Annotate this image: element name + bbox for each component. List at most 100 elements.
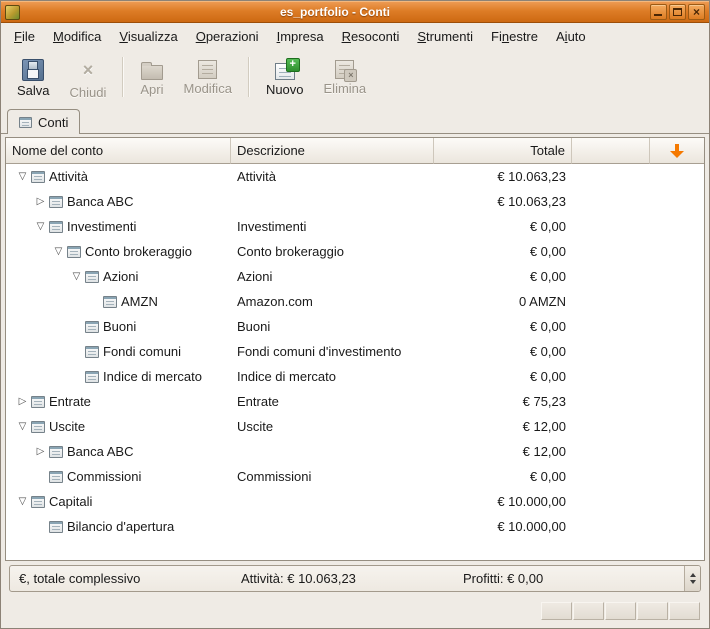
row-filler xyxy=(650,389,704,414)
menu-strumenti[interactable]: Strumenti xyxy=(408,26,482,47)
window-controls: × xyxy=(650,4,705,20)
row-filler xyxy=(650,189,704,214)
account-row-banca-abc[interactable]: ▷Banca ABC€ 10.063,23 xyxy=(6,189,704,214)
menu-file[interactable]: File xyxy=(5,26,44,47)
toolbar-button-label: Elimina xyxy=(324,81,367,96)
column-header-label: Totale xyxy=(530,143,565,158)
account-row-amzn[interactable]: AMZNAmazon.com0 AMZN xyxy=(6,289,704,314)
column-header-account-name[interactable]: Nome del conto xyxy=(6,138,231,164)
account-icon xyxy=(103,296,117,308)
open-account-icon xyxy=(141,65,163,80)
account-description: Commissioni xyxy=(231,464,434,489)
account-name: Fondi comuni xyxy=(103,339,181,364)
summary-profits: Profitti: € 0,00 xyxy=(454,571,684,586)
row-filler xyxy=(650,264,704,289)
account-row-azioni[interactable]: ▽AzioniAzioni€ 0,00 xyxy=(6,264,704,289)
expander-open-icon[interactable]: ▽ xyxy=(68,264,85,289)
account-icon xyxy=(31,396,45,408)
expander-closed-icon[interactable]: ▷ xyxy=(14,389,31,414)
expander-open-icon[interactable]: ▽ xyxy=(14,414,31,439)
row-filler xyxy=(572,364,650,389)
modifica-button: Modifica xyxy=(174,56,242,98)
statusbar xyxy=(1,592,709,628)
expander-closed-icon[interactable]: ▷ xyxy=(32,189,49,214)
account-total: € 10.063,23 xyxy=(434,164,572,189)
minimize-button[interactable] xyxy=(650,4,667,20)
close-tab-icon: × xyxy=(75,57,101,83)
row-filler xyxy=(572,489,650,514)
menu-finestre[interactable]: Finestre xyxy=(482,26,547,47)
menu-aiuto[interactable]: Aiuto xyxy=(547,26,595,47)
row-filler xyxy=(650,339,704,364)
account-row-buoni[interactable]: BuoniBuoni€ 0,00 xyxy=(6,314,704,339)
chiudi-button: × Chiudi xyxy=(60,53,117,102)
grip-cell xyxy=(573,602,604,620)
nuovo-button[interactable]: Nuovo xyxy=(256,56,314,99)
column-options-button[interactable] xyxy=(650,138,704,164)
salva-button[interactable]: Salva xyxy=(7,55,60,100)
toolbar-button-label: Chiudi xyxy=(70,85,107,100)
expander-open-icon[interactable]: ▽ xyxy=(14,164,31,189)
tabstrip: Conti xyxy=(1,105,709,134)
grip-cell xyxy=(637,602,668,620)
account-icon xyxy=(31,421,45,433)
expander-open-icon[interactable]: ▽ xyxy=(32,214,49,239)
maximize-button[interactable] xyxy=(669,4,686,20)
column-header-total[interactable]: Totale xyxy=(434,138,572,164)
account-total: € 0,00 xyxy=(434,464,572,489)
account-name: Banca ABC xyxy=(67,439,134,464)
row-filler xyxy=(650,314,704,339)
stepper-down-icon xyxy=(690,580,696,584)
account-total: € 10.000,00 xyxy=(434,514,572,539)
close-button[interactable]: × xyxy=(688,4,705,20)
account-row-capitali[interactable]: ▽Capitali€ 10.000,00 xyxy=(6,489,704,514)
menu-visualizza[interactable]: Visualizza xyxy=(110,26,186,47)
account-row-conto-brokeraggio[interactable]: ▽Conto brokeraggioConto brokeraggio€ 0,0… xyxy=(6,239,704,264)
toolbar-button-label: Nuovo xyxy=(266,82,304,97)
account-row-fondi-comuni[interactable]: Fondi comuniFondi comuni d'investimento€… xyxy=(6,339,704,364)
window-title: es_portfolio - Conti xyxy=(24,5,646,19)
tab-conti[interactable]: Conti xyxy=(7,109,80,134)
account-icon xyxy=(85,371,99,383)
account-row-banca-abc[interactable]: ▷Banca ABC€ 12,00 xyxy=(6,439,704,464)
summary-stepper[interactable] xyxy=(684,566,700,591)
expander-open-icon[interactable]: ▽ xyxy=(50,239,67,264)
account-row-attivit[interactable]: ▽AttivitàAttività€ 10.063,23 xyxy=(6,164,704,189)
account-row-uscite[interactable]: ▽UsciteUscite€ 12,00 xyxy=(6,414,704,439)
titlebar[interactable]: es_portfolio - Conti × xyxy=(1,1,709,23)
account-description: Attività xyxy=(231,164,434,189)
row-filler xyxy=(572,314,650,339)
account-row-commissioni[interactable]: CommissioniCommissioni€ 0,00 xyxy=(6,464,704,489)
account-total: € 0,00 xyxy=(434,264,572,289)
menu-operazioni[interactable]: Operazioni xyxy=(187,26,268,47)
expander-open-icon[interactable]: ▽ xyxy=(14,489,31,514)
account-total: € 0,00 xyxy=(434,214,572,239)
account-icon xyxy=(67,246,81,258)
account-description xyxy=(231,489,434,514)
row-filler xyxy=(650,439,704,464)
column-header-description[interactable]: Descrizione xyxy=(231,138,434,164)
account-icon xyxy=(49,521,63,533)
menu-modifica[interactable]: Modifica xyxy=(44,26,110,47)
row-filler xyxy=(572,264,650,289)
maximize-icon xyxy=(673,8,682,16)
account-row-indice-di-mercato[interactable]: Indice di mercatoIndice di mercato€ 0,00 xyxy=(6,364,704,389)
account-icon xyxy=(49,446,63,458)
account-total: € 10.063,23 xyxy=(434,189,572,214)
new-account-icon xyxy=(275,63,295,80)
expander-closed-icon[interactable]: ▷ xyxy=(32,439,49,464)
menu-resoconti[interactable]: Resoconti xyxy=(333,26,409,47)
account-row-investimenti[interactable]: ▽InvestimentiInvestimenti€ 0,00 xyxy=(6,214,704,239)
column-header-label: Nome del conto xyxy=(12,143,103,158)
menu-impresa[interactable]: Impresa xyxy=(268,26,333,47)
account-row-entrate[interactable]: ▷EntrateEntrate€ 75,23 xyxy=(6,389,704,414)
account-icon xyxy=(49,221,63,233)
column-select-arrow-icon xyxy=(670,143,684,158)
resize-grip[interactable] xyxy=(540,602,700,620)
app-icon xyxy=(5,5,20,20)
account-row-bilancio-d-apertura[interactable]: Bilancio d'apertura€ 10.000,00 xyxy=(6,514,704,539)
account-name: AMZN xyxy=(121,289,158,314)
account-icon xyxy=(31,496,45,508)
account-description: Investimenti xyxy=(231,214,434,239)
row-filler xyxy=(572,239,650,264)
